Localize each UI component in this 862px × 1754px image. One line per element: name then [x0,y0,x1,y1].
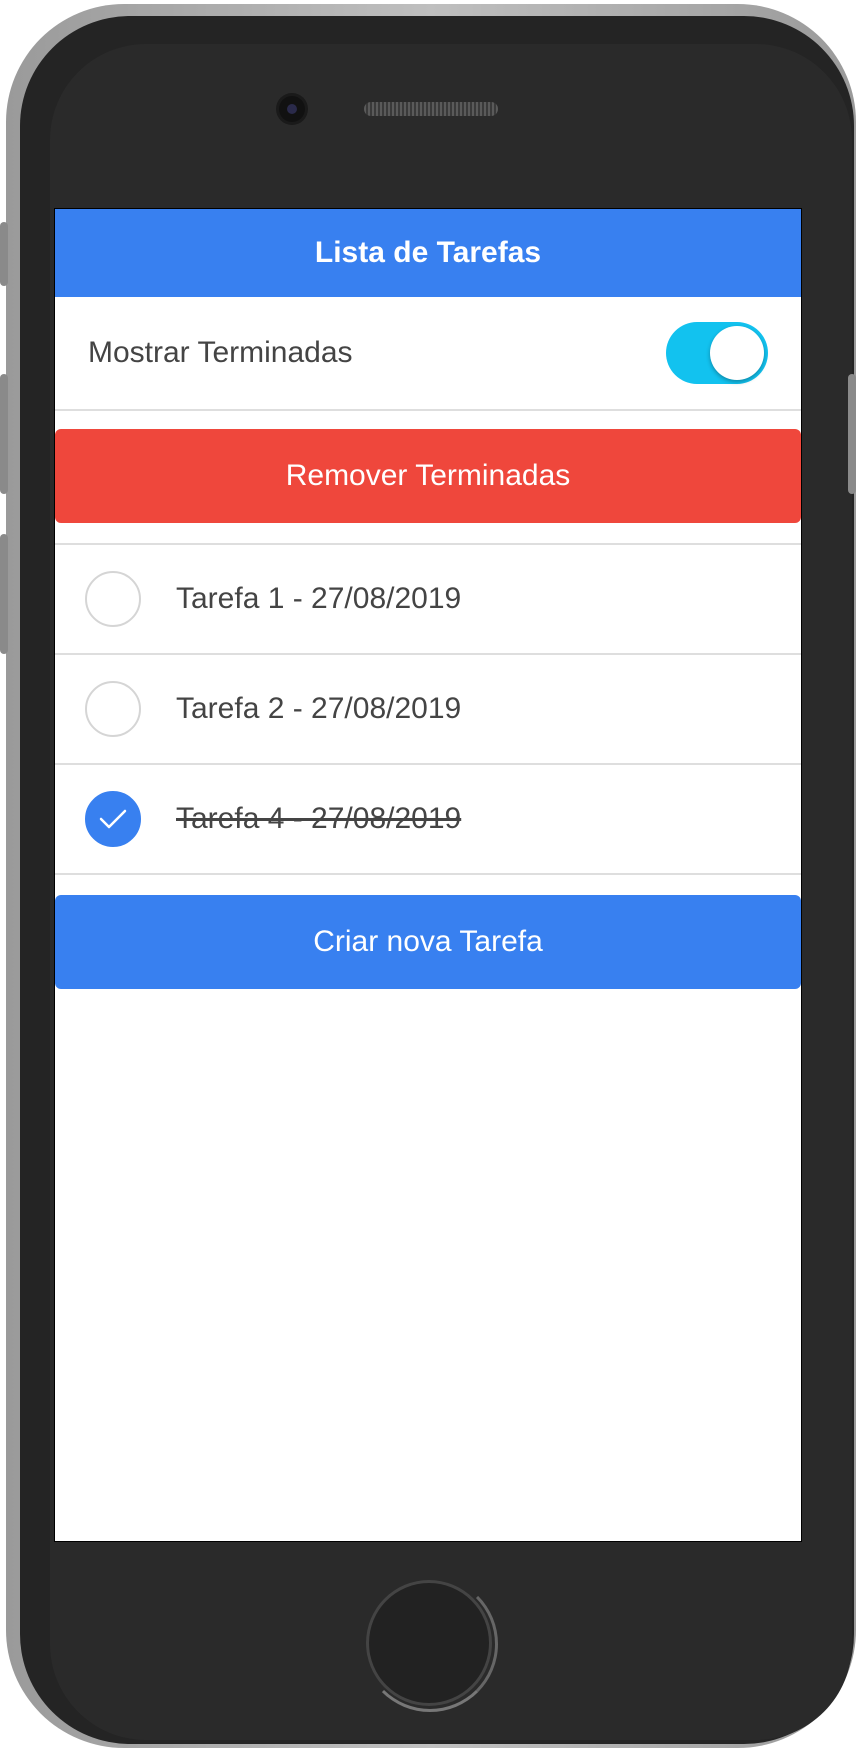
app-header: Lista de Tarefas [55,209,801,297]
phone-mockup: Lista de Tarefas Mostrar Terminadas Remo… [0,0,862,1754]
checkmark-icon [99,809,127,829]
volume-up-button [0,374,8,494]
task-label: Tarefa 4 - 27/08/2019 [176,802,462,835]
task-checkbox[interactable] [85,571,141,627]
remove-done-label: Remover Terminadas [285,459,571,492]
create-task-button[interactable]: Criar nova Tarefa [55,895,801,989]
power-button [848,374,856,494]
mute-switch [0,222,8,286]
show-done-toggle[interactable] [666,322,768,384]
remove-done-button[interactable]: Remover Terminadas [55,429,801,523]
page-title: Lista de Tarefas [314,236,542,269]
task-item[interactable]: Tarefa 1 - 27/08/2019 [55,545,801,655]
task-item[interactable]: Tarefa 2 - 27/08/2019 [55,655,801,765]
task-label: Tarefa 2 - 27/08/2019 [176,692,462,725]
task-item[interactable]: Tarefa 4 - 27/08/2019 [55,765,801,875]
toggle-knob [710,326,764,380]
show-done-label: Mostrar Terminadas [88,336,353,369]
task-label: Tarefa 1 - 27/08/2019 [176,582,462,615]
create-task-label: Criar nova Tarefa [313,925,543,958]
home-button[interactable] [362,1576,498,1712]
volume-down-button [0,534,8,654]
front-camera [279,96,305,122]
app-screen: Lista de Tarefas Mostrar Terminadas Remo… [54,208,802,1542]
earpiece-speaker [364,102,498,116]
task-checkbox-checked[interactable] [85,791,141,847]
task-checkbox[interactable] [85,681,141,737]
show-done-row: Mostrar Terminadas [55,297,801,411]
task-list: Tarefa 1 - 27/08/2019 Tarefa 2 - 27/08/2… [55,543,801,875]
